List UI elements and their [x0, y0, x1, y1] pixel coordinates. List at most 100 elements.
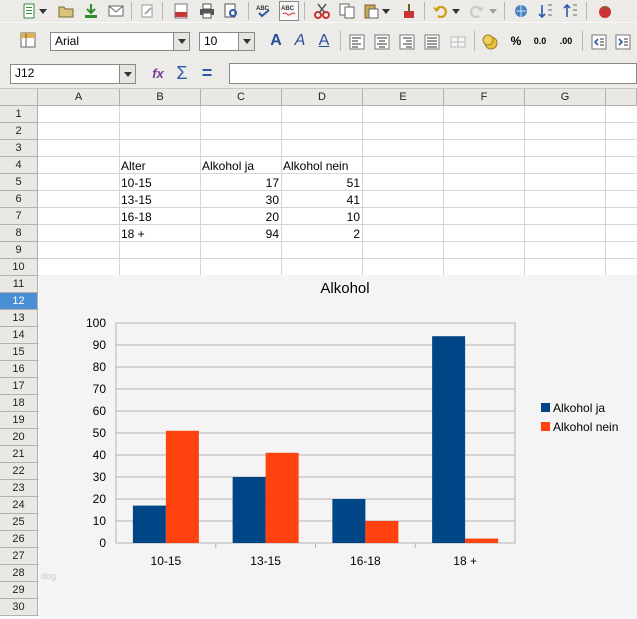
row-header-24[interactable]: 24 [0, 497, 38, 514]
row-header-12[interactable]: 12 [0, 293, 38, 310]
font-name-select[interactable]: Arial [50, 32, 190, 51]
column-header-h[interactable] [606, 89, 637, 106]
row-header-27[interactable]: 27 [0, 548, 38, 565]
cell-c5[interactable]: 17 [202, 175, 279, 191]
edit-icon[interactable] [138, 2, 156, 20]
function-wizard-icon[interactable]: fx [148, 64, 168, 82]
cell-b7[interactable]: 16-18 [121, 209, 199, 225]
paste-icon[interactable] [362, 2, 380, 20]
increase-indent-icon[interactable] [614, 33, 632, 51]
row-header-30[interactable]: 30 [0, 599, 38, 616]
column-header-g[interactable]: G [525, 89, 606, 106]
cell-d6[interactable]: 41 [283, 192, 360, 208]
cell-b6[interactable]: 13-15 [121, 192, 199, 208]
autospell-icon[interactable]: ABC [279, 1, 299, 21]
cell-c6[interactable]: 30 [202, 192, 279, 208]
align-left-icon[interactable] [348, 33, 366, 51]
cut-icon[interactable] [313, 2, 331, 20]
align-center-icon[interactable] [373, 33, 391, 51]
undo-icon[interactable] [431, 2, 449, 20]
print-preview-icon[interactable] [222, 2, 240, 20]
row-header-20[interactable]: 20 [0, 429, 38, 446]
row-header-25[interactable]: 25 [0, 514, 38, 531]
row-header-26[interactable]: 26 [0, 531, 38, 548]
redo-dropdown-icon[interactable] [488, 2, 498, 20]
font-name-dropdown-icon[interactable] [173, 33, 189, 50]
spellcheck-icon[interactable]: ABC [255, 2, 273, 20]
open-icon[interactable] [57, 2, 75, 20]
pdf-icon[interactable] [172, 2, 190, 20]
column-header-d[interactable]: D [282, 89, 363, 106]
select-all-corner[interactable] [0, 89, 38, 106]
row-header-10[interactable]: 10 [0, 259, 38, 276]
cell-d5[interactable]: 51 [283, 175, 360, 191]
new-icon[interactable] [20, 2, 38, 20]
sort-desc-icon[interactable] [562, 2, 580, 20]
sum-icon[interactable]: Σ [172, 63, 192, 83]
paste-dropdown-icon[interactable] [381, 2, 391, 20]
cell-d4[interactable]: Alkohol nein [283, 158, 363, 174]
column-header-f[interactable]: F [444, 89, 525, 106]
clone-format-icon[interactable] [400, 2, 418, 20]
row-header-3[interactable]: 3 [0, 140, 38, 157]
bold-icon[interactable]: A [266, 32, 286, 50]
name-box-dropdown-icon[interactable] [119, 65, 135, 83]
email-icon[interactable] [107, 2, 125, 20]
row-header-21[interactable]: 21 [0, 446, 38, 463]
row-header-11[interactable]: 11 [0, 276, 38, 293]
cell-c4[interactable]: Alkohol ja [202, 158, 280, 174]
row-header-28[interactable]: 28 [0, 565, 38, 582]
cell-b5[interactable]: 10-15 [121, 175, 199, 191]
new-dropdown-icon[interactable] [38, 2, 48, 20]
gallery-icon[interactable] [596, 2, 614, 20]
row-header-17[interactable]: 17 [0, 378, 38, 395]
percent-icon[interactable]: % [506, 32, 526, 50]
row-header-2[interactable]: 2 [0, 123, 38, 140]
row-header-19[interactable]: 19 [0, 412, 38, 429]
row-header-9[interactable]: 9 [0, 242, 38, 259]
justify-icon[interactable] [423, 33, 441, 51]
hyperlink-icon[interactable] [512, 2, 530, 20]
formula-icon[interactable]: = [197, 63, 217, 83]
currency-icon[interactable] [481, 33, 499, 51]
row-header-5[interactable]: 5 [0, 174, 38, 191]
italic-icon[interactable]: A [290, 32, 310, 50]
column-header-b[interactable]: B [120, 89, 201, 106]
column-header-e[interactable]: E [363, 89, 444, 106]
row-header-23[interactable]: 23 [0, 480, 38, 497]
decrease-indent-icon[interactable] [590, 33, 608, 51]
row-header-16[interactable]: 16 [0, 361, 38, 378]
row-header-7[interactable]: 7 [0, 208, 38, 225]
cell-b4[interactable]: Alter [121, 158, 199, 174]
formula-input[interactable] [229, 63, 637, 84]
row-header-1[interactable]: 1 [0, 106, 38, 123]
column-header-c[interactable]: C [201, 89, 282, 106]
row-header-14[interactable]: 14 [0, 327, 38, 344]
cell-b8[interactable]: 18 + [121, 226, 199, 242]
styles-icon[interactable] [19, 31, 37, 49]
merge-cells-icon[interactable] [449, 33, 467, 51]
copy-icon[interactable] [338, 2, 356, 20]
row-header-22[interactable]: 22 [0, 463, 38, 480]
cell-d8[interactable]: 2 [283, 226, 360, 242]
chart-object[interactable]: 0 10 20 30 40 50 60 70 80 90 100 10-15 13-15 16-18 18… [39, 275, 637, 619]
underline-icon[interactable]: A [314, 32, 334, 50]
align-right-icon[interactable] [398, 33, 416, 51]
font-size-dropdown-icon[interactable] [238, 33, 254, 50]
save-icon[interactable] [82, 2, 100, 20]
row-header-8[interactable]: 8 [0, 225, 38, 242]
row-header-4[interactable]: 4 [0, 157, 38, 174]
add-decimal-icon[interactable]: .00 [556, 32, 576, 50]
cell-c8[interactable]: 94 [202, 226, 279, 242]
font-size-select[interactable]: 10 [199, 32, 255, 51]
name-box[interactable]: J12 [10, 64, 136, 84]
undo-dropdown-icon[interactable] [451, 2, 461, 20]
row-header-6[interactable]: 6 [0, 191, 38, 208]
row-header-15[interactable]: 15 [0, 344, 38, 361]
row-header-18[interactable]: 18 [0, 395, 38, 412]
row-header-13[interactable]: 13 [0, 310, 38, 327]
cell-d7[interactable]: 10 [283, 209, 360, 225]
print-icon[interactable] [198, 2, 216, 20]
row-header-29[interactable]: 29 [0, 582, 38, 599]
column-header-a[interactable]: A [38, 89, 120, 106]
